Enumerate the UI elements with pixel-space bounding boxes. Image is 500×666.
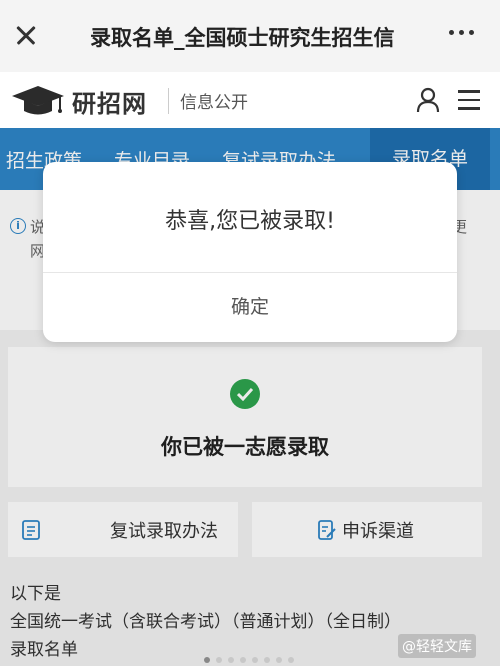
close-icon[interactable]: [2, 12, 50, 60]
more-icon[interactable]: [449, 30, 474, 35]
pagination-dots: [204, 657, 294, 663]
user-icon[interactable]: [416, 87, 440, 113]
menu-icon[interactable]: [458, 90, 480, 110]
page-dot[interactable]: [216, 657, 222, 663]
dialog-message: 恭喜,您已被录取!: [165, 209, 335, 234]
page-title: 录取名单_全国硕士研究生招生信: [90, 26, 395, 50]
watermark: @轻轻文库: [398, 634, 476, 658]
page-dot[interactable]: [252, 657, 258, 663]
page-dot[interactable]: [240, 657, 246, 663]
page-dot[interactable]: [276, 657, 282, 663]
sub-brand: 信息公开: [180, 93, 248, 113]
page-dot[interactable]: [204, 657, 210, 663]
page-dot[interactable]: [288, 657, 294, 663]
admission-dialog: 恭喜,您已被录取! 确定: [43, 162, 457, 342]
top-bar: 录取名单_全国硕士研究生招生信: [0, 0, 500, 72]
brand-name[interactable]: 研招网: [72, 84, 147, 119]
page-dot[interactable]: [264, 657, 270, 663]
page-dot[interactable]: [228, 657, 234, 663]
graduation-cap-icon: [12, 86, 64, 115]
site-header: 研招网 信息公开: [0, 72, 500, 128]
confirm-button[interactable]: 确定: [43, 273, 457, 342]
header-divider: [168, 88, 169, 114]
